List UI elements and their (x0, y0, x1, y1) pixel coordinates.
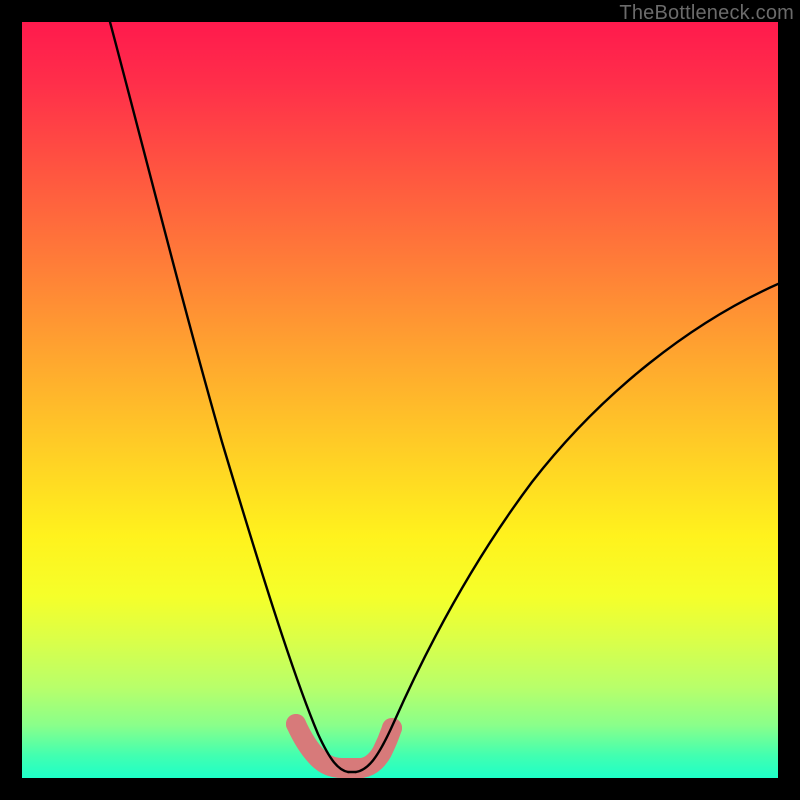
highlight-band (296, 724, 392, 768)
chart-svg (22, 22, 778, 778)
highlight-end-dot-left (286, 714, 306, 734)
chart-frame: TheBottleneck.com (0, 0, 800, 800)
bottleneck-curve-right (356, 284, 778, 772)
bottleneck-curve-left (110, 22, 348, 772)
watermark-text: TheBottleneck.com (619, 2, 794, 25)
chart-plot-area (22, 22, 778, 778)
